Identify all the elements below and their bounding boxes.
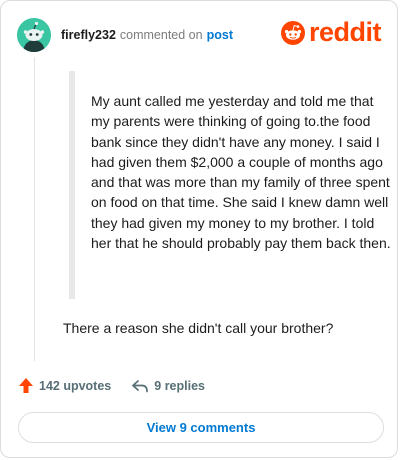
comment-body: There a reason she didn't call your brot…	[63, 320, 334, 336]
upvote-arrow-icon	[19, 378, 33, 393]
reddit-snoo-icon	[280, 20, 305, 45]
reply-count: 9 replies	[154, 378, 205, 393]
upvote-button[interactable]: 142 upvotes	[18, 377, 111, 394]
quote-bar	[69, 71, 75, 299]
commented-on-label: commented on	[119, 28, 203, 42]
avatar[interactable]	[17, 18, 51, 52]
reddit-logo[interactable]: reddit	[280, 17, 382, 47]
upvote-count: 142 upvotes	[39, 378, 112, 393]
replies-button[interactable]: 9 replies	[131, 379, 205, 393]
comment-actions: 142 upvotes 9 replies	[18, 377, 205, 394]
snoo-avatar-icon	[17, 18, 51, 52]
reddit-wordmark: reddit	[308, 17, 382, 47]
view-comments-button[interactable]: View 9 comments	[18, 412, 384, 443]
quoted-text: My aunt called me yesterday and told me …	[91, 93, 391, 252]
reply-arrow-icon	[132, 379, 149, 392]
thread-line[interactable]	[34, 57, 35, 361]
comment-meta: firefly232 commented on post	[61, 28, 233, 42]
comment-header: firefly232 commented on post	[17, 17, 233, 53]
comment-card: firefly232 commented on post reddit My a…	[0, 0, 398, 458]
username[interactable]: firefly232	[61, 28, 116, 42]
post-link[interactable]: post	[207, 28, 233, 42]
